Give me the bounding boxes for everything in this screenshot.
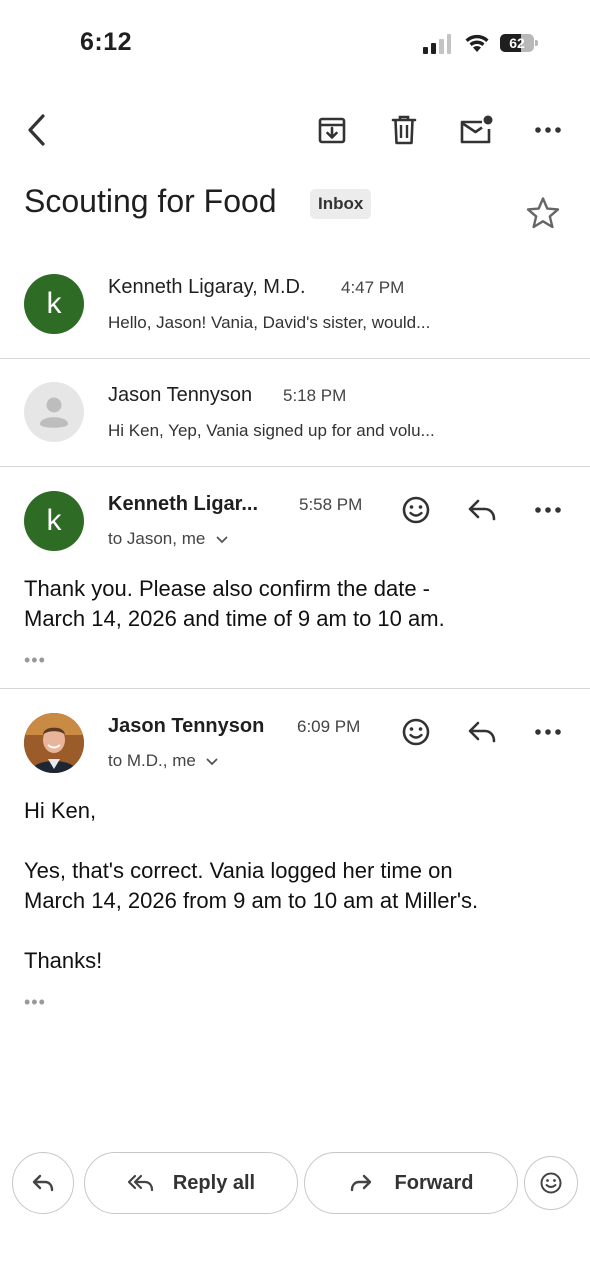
divider (0, 688, 590, 689)
trash-icon (390, 114, 418, 146)
show-trimmed-content-button[interactable]: ••• (24, 650, 46, 671)
more-horizontal-icon (535, 729, 561, 735)
divider (0, 358, 590, 359)
archive-icon (317, 115, 347, 145)
wifi-icon (463, 32, 491, 54)
recipients-dropdown[interactable]: to Jason, me (108, 529, 228, 549)
reply-all-icon (127, 1173, 155, 1193)
chevron-down-icon (206, 758, 218, 766)
message-time: 6:09 PM (297, 717, 361, 736)
divider (0, 466, 590, 467)
avatar: k (24, 274, 84, 334)
emoji-reaction-button[interactable] (524, 1156, 578, 1210)
emoji-icon (401, 717, 431, 747)
message-more-button[interactable] (526, 488, 570, 532)
recipients-dropdown[interactable]: to M.D., me (108, 751, 218, 771)
collapsed-message[interactable]: k Kenneth Ligaray, M.D. 4:47 PM Hello, J… (0, 256, 590, 356)
chevron-left-icon (25, 113, 47, 147)
battery-icon: 62 (500, 34, 540, 52)
reply-button[interactable] (460, 488, 504, 532)
reply-bottom-button[interactable] (12, 1152, 74, 1214)
sender-name: Kenneth Ligaray, M.D. (108, 276, 306, 298)
reply-all-label: Reply all (172, 1171, 256, 1194)
message-body: Thank you. Please also confirm the date … (24, 576, 445, 631)
mark-unread-button[interactable] (454, 108, 498, 152)
battery-level: 62 (509, 35, 525, 51)
forward-icon (349, 1173, 373, 1193)
message-time: 4:47 PM (341, 278, 405, 297)
cellular-signal-icon (423, 34, 451, 54)
reply-icon (467, 720, 497, 744)
back-button[interactable] (14, 108, 58, 152)
avatar-letter: k (46, 504, 62, 537)
chevron-down-icon (216, 536, 228, 544)
sender-name: Jason Tennyson (108, 715, 265, 737)
avatar: k (24, 491, 84, 551)
reply-icon (31, 1173, 55, 1193)
emoji-icon (401, 495, 431, 525)
show-trimmed-content-button[interactable]: ••• (24, 992, 46, 1013)
reply-button[interactable] (460, 710, 504, 754)
message-time: 5:18 PM (283, 386, 347, 405)
inbox-label-chip[interactable]: Inbox (310, 189, 372, 219)
message-snippet: Hello, Jason! Vania, David's sister, wou… (108, 313, 431, 332)
more-horizontal-icon (535, 127, 561, 133)
recipients-text: to Jason, me (108, 529, 206, 548)
delete-button[interactable] (382, 108, 426, 152)
avatar-letter: k (46, 287, 62, 320)
react-emoji-button[interactable] (394, 710, 438, 754)
reply-all-button[interactable]: Reply all (84, 1152, 298, 1214)
forward-label: Forward (394, 1171, 474, 1194)
message-body: Hi Ken, Yes, that's correct. Vania logge… (24, 798, 479, 973)
thread-subject: Scouting for Food (24, 183, 277, 219)
message-snippet: Hi Ken, Yep, Vania signed up for and vol… (108, 421, 435, 440)
more-options-button[interactable] (526, 108, 570, 152)
react-emoji-button[interactable] (394, 488, 438, 532)
collapsed-message[interactable]: Jason Tennyson 5:18 PM Hi Ken, Yep, Vani… (0, 364, 590, 464)
star-outline-icon (525, 196, 561, 230)
forward-button[interactable]: Forward (304, 1152, 518, 1214)
more-horizontal-icon (535, 507, 561, 513)
star-button[interactable] (520, 190, 566, 236)
emoji-icon (539, 1171, 563, 1195)
sender-name: Kenneth Ligar... (108, 493, 259, 515)
reply-icon (467, 498, 497, 522)
message-time: 5:58 PM (299, 495, 363, 514)
recipients-text: to M.D., me (108, 751, 196, 770)
sender-name: Jason Tennyson (108, 384, 253, 406)
archive-button[interactable] (310, 108, 354, 152)
message-more-button[interactable] (526, 710, 570, 754)
status-time: 6:12 (80, 28, 133, 56)
mail-unread-icon (459, 115, 493, 145)
person-placeholder-icon (24, 382, 84, 442)
profile-photo (24, 713, 84, 773)
